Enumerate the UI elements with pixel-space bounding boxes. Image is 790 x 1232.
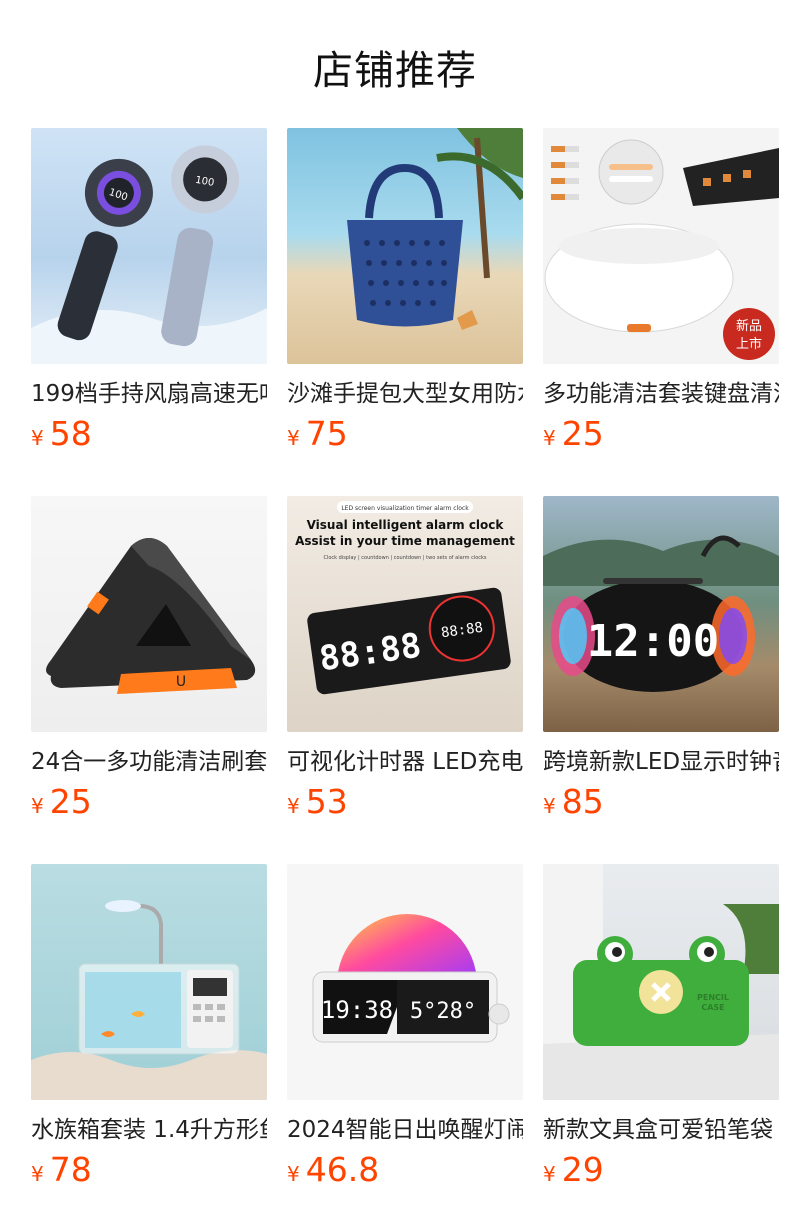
aquarium-icon <box>31 900 267 1100</box>
product-grid: 100 100 199档手持风扇高速无叶 ¥58 沙滩手提包大型女用防水 ¥ 7… <box>31 128 779 1232</box>
product-name[interactable]: 水族箱套装 1.4升方形鱼缸 <box>31 1114 267 1146</box>
product-card[interactable]: 新品 上市 多功能清洁套装键盘清洁 ¥25 <box>543 128 779 496</box>
product-price: ¥46.8 <box>287 1150 523 1196</box>
svg-text:PENCIL: PENCIL <box>697 993 729 1002</box>
svg-text:Clock display | countdown | co: Clock display | countdown | countdown | … <box>323 555 486 561</box>
price-value: 78 <box>49 1150 92 1189</box>
product-price: ¥85 <box>543 782 779 828</box>
currency-symbol: ¥ <box>543 426 556 450</box>
svg-text:CASE: CASE <box>701 1003 724 1012</box>
currency-symbol: ¥ <box>287 1162 300 1186</box>
product-card[interactable]: 100 100 199档手持风扇高速无叶 ¥58 <box>31 128 267 496</box>
currency-symbol: ¥ <box>31 1162 44 1186</box>
product-card[interactable]: 12:00 跨境新款LED显示时钟音箱 ¥85 <box>543 496 779 864</box>
product-name[interactable]: 24合一多功能清洁刷套装 <box>31 746 267 778</box>
svg-text:U: U <box>176 674 186 690</box>
currency-symbol: ¥ <box>287 794 300 818</box>
svg-text:Assist in your time management: Assist in your time management <box>295 534 515 548</box>
svg-text:12:00: 12:00 <box>587 616 719 667</box>
product-name[interactable]: 2024智能日出唤醒灯闹钟 <box>287 1114 523 1146</box>
speaker-clock-icon: 12:00 <box>543 535 779 692</box>
price-value: 25 <box>561 414 604 453</box>
product-card[interactable]: 水族箱套装 1.4升方形鱼缸 ¥78 <box>31 864 267 1232</box>
currency-symbol: ¥ <box>543 1162 556 1186</box>
svg-text:5°28°: 5°28° <box>410 999 476 1024</box>
svg-text:LED screen visualization timer: LED screen visualization timer alarm clo… <box>341 505 469 512</box>
price-value: 75 <box>305 414 348 453</box>
alarm-clock-icon: LED screen visualization timer alarm clo… <box>295 501 515 695</box>
product-name[interactable]: 新款文具盒可爱铅笔袋 <box>543 1114 779 1146</box>
badge-new: 新品 <box>736 318 762 334</box>
page-title: 店铺推荐 <box>313 48 477 94</box>
product-price: ¥75 <box>287 414 523 460</box>
price-value: 29 <box>561 1150 604 1189</box>
product-image[interactable]: 新品 上市 <box>543 128 779 364</box>
product-image[interactable]: 19:38 5°28° <box>287 864 523 1100</box>
product-image[interactable]: LED screen visualization timer alarm clo… <box>287 496 523 732</box>
product-image[interactable] <box>31 864 267 1100</box>
beach-bag-icon <box>347 128 523 330</box>
product-card[interactable]: U 24合一多功能清洁刷套装 ¥25 <box>31 496 267 864</box>
pencil-case-icon: PENCIL CASE <box>543 864 779 1100</box>
product-card[interactable]: PENCIL CASE 新款文具盒可爱铅笔袋 ¥29 <box>543 864 779 1232</box>
product-price: ¥53 <box>287 782 523 828</box>
product-name[interactable]: 多功能清洁套装键盘清洁 <box>543 378 779 410</box>
product-price: ¥29 <box>543 1150 779 1196</box>
product-price: ¥25 <box>31 782 267 828</box>
product-card[interactable]: 沙滩手提包大型女用防水 ¥75 <box>287 128 523 496</box>
currency-symbol: ¥ <box>31 794 44 818</box>
product-name[interactable]: 199档手持风扇高速无叶 <box>31 378 267 410</box>
product-image[interactable] <box>287 128 523 364</box>
price-value: 46.8 <box>305 1150 380 1189</box>
product-image[interactable]: 100 100 <box>31 128 267 364</box>
product-image[interactable]: PENCIL CASE <box>543 864 779 1100</box>
currency-symbol: ¥ <box>543 794 556 818</box>
product-name[interactable]: 可视化计时器 LED充电闹钟 <box>287 746 523 778</box>
handheld-fan-icon: 100 100 <box>31 145 267 364</box>
product-image[interactable]: U <box>31 496 267 732</box>
product-price: ¥25 <box>543 414 779 460</box>
cleaning-brush-icon: U <box>46 538 256 694</box>
svg-text:Visual intelligent alarm clock: Visual intelligent alarm clock <box>307 518 505 532</box>
currency-symbol: ¥ <box>287 426 300 450</box>
product-card[interactable]: 19:38 5°28° 2024智能日出唤醒灯闹钟 ¥46.8 <box>287 864 523 1232</box>
product-image[interactable]: 12:00 <box>543 496 779 732</box>
price-value: 58 <box>49 414 92 453</box>
product-price: ¥78 <box>31 1150 267 1196</box>
product-name[interactable]: 沙滩手提包大型女用防水 <box>287 378 523 410</box>
cleaning-kit-icon: 新品 上市 <box>544 139 779 360</box>
price-value: 53 <box>305 782 348 821</box>
product-name[interactable]: 跨境新款LED显示时钟音箱 <box>543 746 779 778</box>
sunrise-lamp-icon: 19:38 5°28° <box>312 914 510 1043</box>
currency-symbol: ¥ <box>31 426 44 450</box>
product-card[interactable]: LED screen visualization timer alarm clo… <box>287 496 523 864</box>
svg-text:19:38: 19:38 <box>321 996 393 1024</box>
badge-launch: 上市 <box>736 336 762 352</box>
price-value: 85 <box>561 782 604 821</box>
product-price: ¥58 <box>31 414 267 460</box>
price-value: 25 <box>49 782 92 821</box>
